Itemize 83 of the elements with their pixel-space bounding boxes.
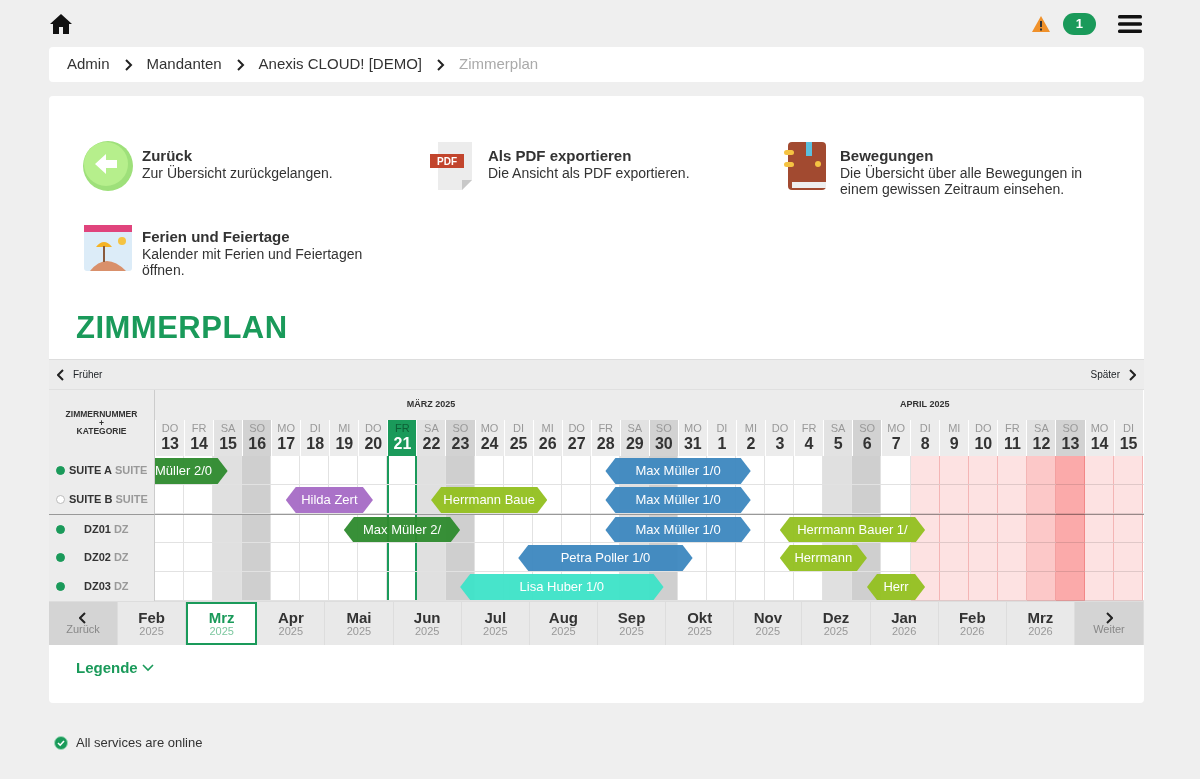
month-tab[interactable]: Jan 2026 xyxy=(870,602,939,645)
column-header: ZIMMERNUMMER xyxy=(64,409,139,419)
day-header: SO 16 xyxy=(242,420,272,456)
day-header: MI 2 xyxy=(735,420,765,456)
month-tab[interactable]: Feb 2026 xyxy=(938,602,1007,645)
chevron-right-icon xyxy=(123,58,133,71)
booking-bar[interactable]: Max Müller 1/0 xyxy=(605,517,751,542)
action-title: Ferien und Feiertage xyxy=(142,228,291,246)
month-tab[interactable]: Jul 2025 xyxy=(461,602,530,645)
day-header: DI 25 xyxy=(503,420,533,456)
column-header: KATEGORIE xyxy=(75,427,128,437)
column-header: + xyxy=(98,418,105,428)
day-header: SA 15 xyxy=(213,420,243,456)
warning-icon[interactable] xyxy=(1030,14,1051,33)
day-header: MI 19 xyxy=(329,420,359,456)
action-title: Bewegungen xyxy=(840,147,935,165)
booking-bar[interactable]: Hilda Zert xyxy=(285,487,373,513)
breadcrumb-current: Zimmerplan xyxy=(458,54,539,75)
notification-badge[interactable]: 1 xyxy=(1062,12,1096,35)
legend-toggle[interactable]: Legende xyxy=(76,657,154,680)
action-description: Zur Übersicht zurückgelangen. xyxy=(142,165,334,181)
day-header: FR 21 xyxy=(387,420,417,456)
day-header: MO 24 xyxy=(474,420,504,456)
month-tab[interactable]: Mai 2025 xyxy=(325,602,394,645)
status-text: All services are online xyxy=(76,734,203,752)
booking-bar[interactable]: Max Müller 1/0 xyxy=(605,458,751,484)
chevron-right-icon xyxy=(235,58,245,71)
action-title: Zurück xyxy=(142,147,193,165)
month-tab[interactable]: Mrz 2026 xyxy=(1006,602,1075,645)
breadcrumb-link[interactable]: Admin xyxy=(67,53,110,76)
day-header: SO 30 xyxy=(648,420,678,456)
day-header: DO 13 xyxy=(155,420,185,456)
month-label: MÄRZ 2025 xyxy=(405,398,457,412)
booking-bar[interactable]: Max Müller 1/0 xyxy=(605,487,751,513)
day-header: SA 12 xyxy=(1026,420,1056,456)
month-tab[interactable]: Aug 2025 xyxy=(529,602,598,645)
menu-icon[interactable] xyxy=(1118,13,1142,34)
action-description: Die Übersicht über alle Bewegungen in einem gewissen Zeitraum einsehen. xyxy=(840,165,1084,197)
booking-bar[interactable]: Petra Poller 1/0 xyxy=(518,545,693,571)
home-icon[interactable] xyxy=(49,12,73,35)
booking-bar[interactable]: Max Müller 2/ xyxy=(343,517,461,542)
day-header: DO 3 xyxy=(765,420,795,456)
check-circle-icon xyxy=(54,735,68,750)
day-header: DI 1 xyxy=(706,420,736,456)
chevron-right-icon xyxy=(1104,611,1113,624)
action-description: Kalender mit Ferien und Feiertagen öffnen. xyxy=(142,246,364,278)
month-tab[interactable]: Sep 2025 xyxy=(598,602,667,645)
month-tab[interactable]: Mrz 2025 xyxy=(186,602,258,645)
day-header: MO 7 xyxy=(881,420,911,456)
day-header: SA 22 xyxy=(416,420,446,456)
day-header: FR 28 xyxy=(590,420,620,456)
chevron-left-icon xyxy=(79,611,87,624)
action-title: Als PDF exportieren xyxy=(488,147,633,165)
breadcrumb-link[interactable]: Mandanten xyxy=(146,53,222,76)
month-tab[interactable]: Jun 2025 xyxy=(393,602,462,645)
day-header: DO 27 xyxy=(561,420,591,456)
day-header: MI 26 xyxy=(532,420,562,456)
booking-bar[interactable]: Müller 2/0 xyxy=(155,458,228,484)
earlier-button[interactable]: Früher xyxy=(57,367,103,382)
day-header: SA 29 xyxy=(619,420,649,456)
action-item[interactable]: Ferien und Feiertage Kalender mit Ferien und Feiertagen öffnen. xyxy=(82,221,428,278)
day-header: DI 18 xyxy=(300,420,330,456)
chevron-right-icon xyxy=(435,58,445,71)
month-tab[interactable]: Apr 2025 xyxy=(257,602,326,645)
month-tab[interactable]: Okt 2025 xyxy=(666,602,735,645)
day-header: SO 6 xyxy=(852,420,882,456)
later-button[interactable]: Später xyxy=(1090,367,1136,382)
action-description: Die Ansicht als PDF exportieren. xyxy=(488,165,691,181)
day-header: MO 17 xyxy=(271,420,301,456)
month-tab[interactable]: Feb 2025 xyxy=(118,602,187,645)
chevron-down-icon xyxy=(141,664,154,673)
month-tab[interactable]: Nov 2025 xyxy=(734,602,803,645)
action-item[interactable]: Zurück Zur Übersicht zurückgelangen. xyxy=(82,140,428,197)
breadcrumb-link[interactable]: Anexis CLOUD! [DEMO] xyxy=(258,53,422,76)
page-heading: ZIMMERPLAN xyxy=(76,312,289,343)
day-header: SA 5 xyxy=(823,420,853,456)
action-item[interactable]: PDF Als PDF exportieren Die Ansicht als PDF exportieren. xyxy=(428,140,780,197)
day-header: MO 31 xyxy=(677,420,707,456)
action-item[interactable]: Bewegungen Die Übersicht über alle Bewegungen in einem gewissen Zeitraum einsehen. xyxy=(780,140,1140,197)
chevron-left-icon xyxy=(57,368,65,381)
chevron-right-icon xyxy=(1128,368,1136,381)
month-tab[interactable]: Dez 2025 xyxy=(802,602,871,645)
month-label: APRIL 2025 xyxy=(899,398,951,412)
